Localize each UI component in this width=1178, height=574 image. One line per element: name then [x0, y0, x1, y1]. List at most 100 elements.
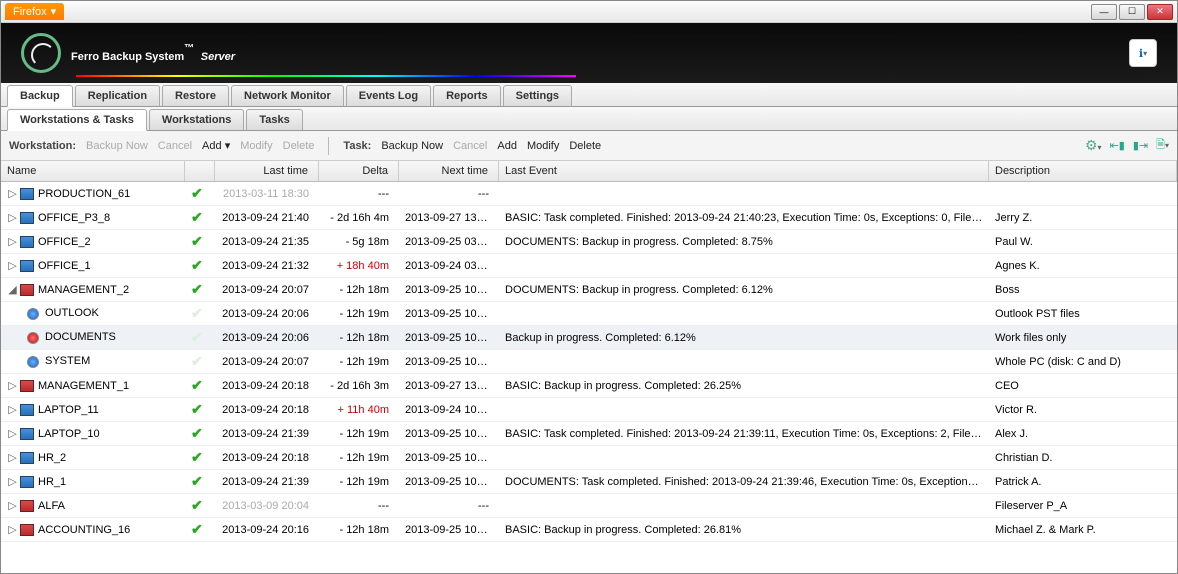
tab-restore[interactable]: Restore [162, 85, 229, 106]
title-sub: Server [201, 51, 235, 63]
collapse-all-icon[interactable]: ⇤▮ [1110, 139, 1125, 152]
expand-icon[interactable]: ◢ [7, 283, 18, 296]
workstation-row[interactable]: ▷HR_2✔2013-09-24 20:18- 12h 19m2013-09-2… [1, 446, 1177, 470]
grid-body: ▷PRODUCTION_61✔2013-03-11 18:30------▷OF… [1, 182, 1177, 542]
tab-replication[interactable]: Replication [75, 85, 160, 106]
expand-icon[interactable]: ▷ [7, 235, 18, 248]
workstation-row[interactable]: ▷OFFICE_1✔2013-09-24 21:32+ 18h 40m2013-… [1, 254, 1177, 278]
workstation-icon [20, 188, 34, 200]
subtab-workstations-tasks[interactable]: Workstations & Tasks [7, 109, 147, 131]
cell-delta: --- [319, 186, 399, 202]
tab-settings[interactable]: Settings [503, 85, 572, 106]
task-row[interactable]: OUTLOOK✔2013-09-24 20:06- 12h 19m2013-09… [1, 302, 1177, 326]
task-backup-now[interactable]: Backup Now [381, 140, 443, 152]
export-icon[interactable]: 🗎▾ [1156, 136, 1169, 155]
separator [328, 137, 329, 155]
cell-delta: - 12h 19m [319, 354, 399, 370]
task-row[interactable]: SYSTEM✔2013-09-24 20:07- 12h 19m2013-09-… [1, 350, 1177, 374]
expand-icon[interactable]: ▷ [7, 451, 18, 464]
cell-event [499, 408, 989, 412]
window-buttons: — ☐ ✕ [1091, 4, 1173, 20]
toolbar: Workstation: Backup Now Cancel Add ▾ Mod… [1, 131, 1177, 161]
workstation-row[interactable]: ▷ACCOUNTING_16✔2013-09-24 20:16- 12h 18m… [1, 518, 1177, 542]
cell-event: BASIC: Backup in progress. Completed: 26… [499, 378, 989, 394]
col-desc[interactable]: Description [989, 161, 1177, 181]
minimize-button[interactable]: — [1091, 4, 1117, 20]
expand-icon[interactable]: ▷ [7, 523, 18, 536]
subtab-workstations[interactable]: Workstations [149, 109, 244, 130]
info-button[interactable]: ℹ▾ [1129, 39, 1157, 67]
title-main: Ferro Backup System [71, 51, 184, 63]
workstation-row[interactable]: ▷MANAGEMENT_1✔2013-09-24 20:18- 2d 16h 3… [1, 374, 1177, 398]
expand-icon[interactable]: ▷ [7, 259, 18, 272]
workstation-icon [20, 236, 34, 248]
close-button[interactable]: ✕ [1147, 4, 1173, 20]
main-tabstrip: BackupReplicationRestoreNetwork MonitorE… [1, 83, 1177, 107]
ws-delete[interactable]: Delete [283, 140, 315, 152]
row-name: LAPTOP_11 [38, 404, 99, 416]
col-lasttime[interactable]: Last time [215, 161, 319, 181]
tab-backup[interactable]: Backup [7, 85, 73, 107]
ws-cancel[interactable]: Cancel [158, 140, 192, 152]
workstation-row[interactable]: ▷OFFICE_P3_8✔2013-09-24 21:40- 2d 16h 4m… [1, 206, 1177, 230]
task-row[interactable]: DOCUMENTS✔2013-09-24 20:06- 12h 18m2013-… [1, 326, 1177, 350]
cell-delta: - 12h 19m [319, 426, 399, 442]
cell-nexttime: 2013-09-25 10:00 [399, 306, 499, 322]
col-nexttime[interactable]: Next time [399, 161, 499, 181]
status-check-icon: ✔ [191, 521, 203, 537]
expand-icon[interactable]: ▷ [7, 403, 18, 416]
cell-lasttime: 2013-09-24 20:18 [215, 402, 319, 418]
maximize-button[interactable]: ☐ [1119, 4, 1145, 20]
task-delete[interactable]: Delete [569, 140, 601, 152]
app-window: Firefox ▾ — ☐ ✕ Ferro Backup System™ Ser… [0, 0, 1178, 574]
workstation-icon [20, 260, 34, 272]
cell-delta: - 12h 18m [319, 282, 399, 298]
expand-all-icon[interactable]: ▮⇥ [1133, 139, 1148, 152]
cell-delta: + 18h 40m [319, 258, 399, 274]
caret-down-icon: ▾ [1143, 49, 1147, 58]
gear-icon[interactable]: ⚙▾ [1085, 137, 1102, 154]
row-name: DOCUMENTS [45, 331, 116, 343]
ws-add[interactable]: Add ▾ [202, 139, 230, 152]
tab-events-log[interactable]: Events Log [346, 85, 431, 106]
expand-icon[interactable]: ▷ [7, 187, 18, 200]
tab-network-monitor[interactable]: Network Monitor [231, 85, 344, 106]
cell-nexttime: 2013-09-24 03:00 [399, 258, 499, 274]
expand-icon[interactable]: ▷ [7, 427, 18, 440]
expand-icon[interactable]: ▷ [7, 475, 18, 488]
workstation-row[interactable]: ▷PRODUCTION_61✔2013-03-11 18:30------ [1, 182, 1177, 206]
cell-desc: Jerry Z. [989, 210, 1177, 226]
col-name[interactable]: Name [1, 161, 185, 181]
col-delta[interactable]: Delta [319, 161, 399, 181]
cell-desc: Fileserver P_A [989, 498, 1177, 514]
cell-event: Backup in progress. Completed: 6.12% [499, 330, 989, 346]
subtab-tasks[interactable]: Tasks [246, 109, 302, 130]
firefox-menu-button[interactable]: Firefox ▾ [5, 3, 64, 20]
workstation-row[interactable]: ◢MANAGEMENT_2✔2013-09-24 20:07- 12h 18m2… [1, 278, 1177, 302]
workstation-row[interactable]: ▷HR_1✔2013-09-24 21:39- 12h 19m2013-09-2… [1, 470, 1177, 494]
workstation-icon [20, 524, 34, 536]
cell-delta: - 12h 19m [319, 306, 399, 322]
cell-desc: Paul W. [989, 234, 1177, 250]
workstation-row[interactable]: ▷ALFA✔2013-03-09 20:04------Fileserver P… [1, 494, 1177, 518]
cell-lasttime: 2013-09-24 20:18 [215, 450, 319, 466]
cell-lasttime: 2013-09-24 21:39 [215, 474, 319, 490]
cell-desc [989, 192, 1177, 196]
expand-icon[interactable]: ▷ [7, 211, 18, 224]
col-event[interactable]: Last Event [499, 161, 989, 181]
expand-icon[interactable]: ▷ [7, 499, 18, 512]
workstation-row[interactable]: ▷OFFICE_2✔2013-09-24 21:35- 5g 18m2013-0… [1, 230, 1177, 254]
task-cancel[interactable]: Cancel [453, 140, 487, 152]
expand-icon[interactable]: ▷ [7, 379, 18, 392]
ws-modify[interactable]: Modify [240, 140, 272, 152]
workstation-row[interactable]: ▷LAPTOP_10✔2013-09-24 21:39- 12h 19m2013… [1, 422, 1177, 446]
task-modify[interactable]: Modify [527, 140, 559, 152]
col-status[interactable] [185, 161, 215, 181]
cell-desc: Boss [989, 282, 1177, 298]
workstation-row[interactable]: ▷LAPTOP_11✔2013-09-24 20:18+ 11h 40m2013… [1, 398, 1177, 422]
task-label: Task: [343, 140, 371, 152]
status-check-icon: ✔ [191, 329, 203, 345]
tab-reports[interactable]: Reports [433, 85, 501, 106]
ws-backup-now[interactable]: Backup Now [86, 140, 148, 152]
task-add[interactable]: Add [497, 140, 517, 152]
